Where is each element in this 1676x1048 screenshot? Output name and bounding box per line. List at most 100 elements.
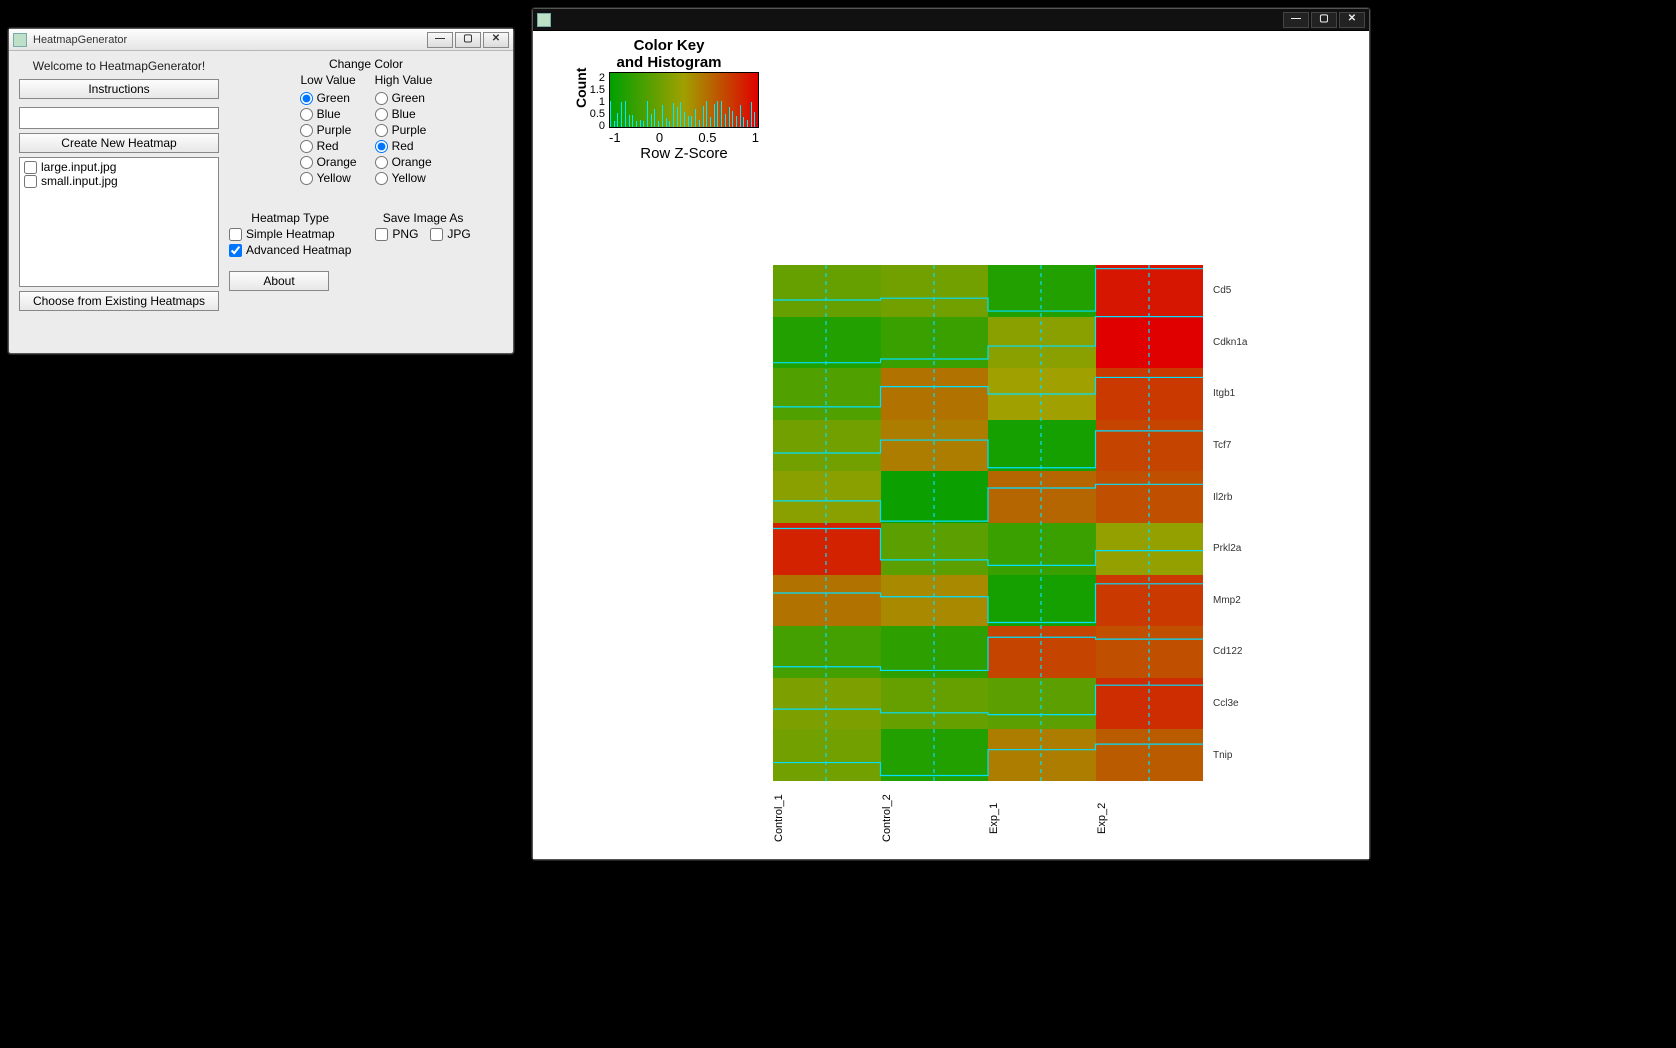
- save-as-panel: Save Image As PNG JPG: [375, 211, 470, 291]
- close-button[interactable]: ✕: [483, 32, 509, 48]
- heatmap-cell: [773, 523, 881, 575]
- filename-input[interactable]: [19, 107, 219, 129]
- low-value-column: Low Value Green Blue Purple Red Orange Y…: [300, 73, 357, 185]
- color-option[interactable]: Orange: [375, 155, 433, 169]
- radio-low-green[interactable]: [300, 92, 313, 105]
- window-title: HeatmapGenerator: [31, 34, 423, 46]
- file-label: large.input.jpg: [41, 160, 116, 174]
- color-option[interactable]: Red: [375, 139, 433, 153]
- heatmap-cell: [988, 729, 1096, 781]
- heatmap-cell: [773, 265, 881, 317]
- heatmap-cell: [988, 317, 1096, 369]
- color-option[interactable]: Purple: [300, 123, 357, 137]
- advanced-checkbox[interactable]: [229, 244, 242, 257]
- heatmap-cell: [881, 678, 989, 730]
- heatmap-cell: [881, 575, 989, 627]
- simple-checkbox[interactable]: [229, 228, 242, 241]
- change-color-label: Change Color: [229, 57, 503, 71]
- heatmap-row-labels: Cd5Cdkn1aItgb1Tcf7Il2rbPrkl2aMmp2Cd122Cc…: [1213, 265, 1247, 781]
- minimize-button[interactable]: —: [1283, 12, 1309, 28]
- color-option[interactable]: Orange: [300, 155, 357, 169]
- radio-low-orange[interactable]: [300, 156, 313, 169]
- radio-high-blue[interactable]: [375, 108, 388, 121]
- color-option[interactable]: Green: [375, 91, 433, 105]
- heatmap-cell: [988, 575, 1096, 627]
- radio-high-yellow[interactable]: [375, 172, 388, 185]
- heatmap-cell: [988, 420, 1096, 472]
- instructions-button[interactable]: Instructions: [19, 79, 219, 99]
- row-label: Il2rb: [1213, 471, 1247, 523]
- png-checkbox[interactable]: [375, 228, 388, 241]
- heatmap-cell: [1096, 265, 1204, 317]
- heatmap-cell: [988, 626, 1096, 678]
- color-key-title: Color Key and Histogram: [569, 37, 769, 72]
- choose-existing-button[interactable]: Choose from Existing Heatmaps: [19, 291, 219, 311]
- color-option[interactable]: Red: [300, 139, 357, 153]
- heatmap-cell: [988, 265, 1096, 317]
- jpg-checkbox[interactable]: [430, 228, 443, 241]
- heatmap-cell: [773, 626, 881, 678]
- radio-high-orange[interactable]: [375, 156, 388, 169]
- minimize-button[interactable]: —: [427, 32, 453, 48]
- row-label: Ccl3e: [1213, 678, 1247, 730]
- heatmap-cell: [881, 471, 989, 523]
- simple-heatmap-option[interactable]: Simple Heatmap: [229, 227, 351, 241]
- advanced-heatmap-option[interactable]: Advanced Heatmap: [229, 243, 351, 257]
- heatmap-type-panel: Heatmap Type Simple Heatmap Advanced Hea…: [229, 211, 351, 291]
- heatmap-cell: [773, 317, 881, 369]
- save-jpg-option[interactable]: JPG: [430, 227, 470, 241]
- list-item[interactable]: large.input.jpg: [22, 160, 216, 174]
- list-item[interactable]: small.input.jpg: [22, 174, 216, 188]
- col-label: Exp_2: [1096, 791, 1204, 851]
- maximize-button[interactable]: ▢: [1311, 12, 1337, 28]
- about-button[interactable]: About: [229, 271, 329, 291]
- titlebar[interactable]: — ▢ ✕: [533, 9, 1369, 31]
- radio-low-red[interactable]: [300, 140, 313, 153]
- heatmap-cell: [773, 471, 881, 523]
- maximize-button[interactable]: ▢: [455, 32, 481, 48]
- heatmap-cell: [1096, 729, 1204, 781]
- radio-high-purple[interactable]: [375, 124, 388, 137]
- heatmap-cell: [773, 420, 881, 472]
- color-option[interactable]: Blue: [300, 107, 357, 121]
- create-heatmap-button[interactable]: Create New Heatmap: [19, 133, 219, 153]
- radio-high-green[interactable]: [375, 92, 388, 105]
- row-label: Cdkn1a: [1213, 317, 1247, 369]
- heatmap-cell: [988, 523, 1096, 575]
- heatmap-cell: [1096, 575, 1204, 627]
- color-option[interactable]: Yellow: [375, 171, 433, 185]
- color-option[interactable]: Yellow: [300, 171, 357, 185]
- heatmap-cell: [988, 471, 1096, 523]
- radio-high-red[interactable]: [375, 140, 388, 153]
- color-option[interactable]: Blue: [375, 107, 433, 121]
- heatmap-cell: [773, 575, 881, 627]
- heatmap-cell: [1096, 626, 1204, 678]
- file-checkbox[interactable]: [24, 161, 37, 174]
- file-list[interactable]: large.input.jpg small.input.jpg: [19, 157, 219, 287]
- high-value-label: High Value: [375, 73, 433, 87]
- color-option[interactable]: Purple: [375, 123, 433, 137]
- welcome-text: Welcome to HeatmapGenerator!: [19, 57, 219, 75]
- titlebar[interactable]: HeatmapGenerator — ▢ ✕: [9, 29, 513, 51]
- high-value-column: High Value Green Blue Purple Red Orange …: [375, 73, 433, 185]
- row-label: Tnip: [1213, 729, 1247, 781]
- color-option[interactable]: Green: [300, 91, 357, 105]
- heatmap-cell: [988, 678, 1096, 730]
- row-label: Prkl2a: [1213, 523, 1247, 575]
- heatmap-cell: [1096, 471, 1204, 523]
- heatmap-generator-window: HeatmapGenerator — ▢ ✕ Welcome to Heatma…: [8, 28, 514, 354]
- close-button[interactable]: ✕: [1339, 12, 1365, 28]
- radio-low-purple[interactable]: [300, 124, 313, 137]
- radio-low-yellow[interactable]: [300, 172, 313, 185]
- colorkey-xlabel: Row Z-Score: [609, 145, 759, 162]
- col-label: Exp_1: [988, 791, 1096, 851]
- radio-low-blue[interactable]: [300, 108, 313, 121]
- save-png-option[interactable]: PNG: [375, 227, 418, 241]
- heatmap-cell: [881, 626, 989, 678]
- heatmap-cell: [988, 368, 1096, 420]
- col-label: Control_2: [881, 791, 989, 851]
- heatmap-cell: [881, 368, 989, 420]
- file-checkbox[interactable]: [24, 175, 37, 188]
- heatmap-cell: [1096, 317, 1204, 369]
- heatmap-cell: [773, 678, 881, 730]
